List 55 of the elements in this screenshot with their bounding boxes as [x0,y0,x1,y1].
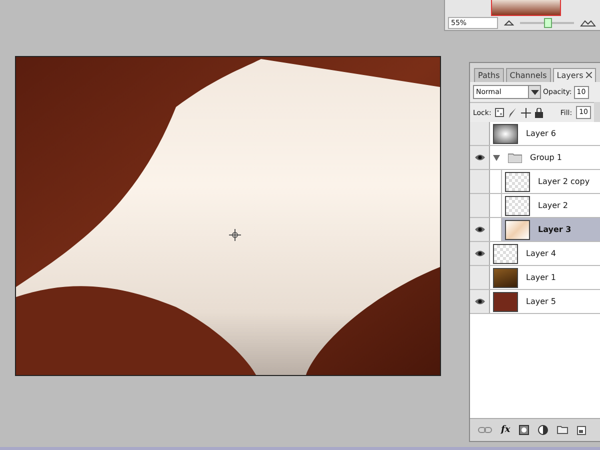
layer-style-button[interactable]: fx [501,425,510,435]
eye-icon [474,154,484,161]
lock-icon[interactable] [535,108,544,118]
layer-name: Layer 6 [526,129,556,138]
panel-tab[interactable]: Layers [552,68,596,82]
layer-row[interactable]: Layer 1 [470,266,600,290]
mask-icon[interactable] [519,425,530,435]
zoom-in-icon[interactable] [580,20,596,26]
eye-icon [474,250,484,257]
layer-thumbnail [493,124,518,144]
layer-name: Layer 3 [538,225,572,234]
layer-thumbnail [505,196,530,216]
layer-name: Layer 5 [526,297,556,306]
layer-row[interactable]: Layer 6 [470,122,600,146]
layer-row[interactable]: Layer 4 [470,242,600,266]
panel-tab[interactable]: Paths [474,68,504,82]
move-icon[interactable] [521,108,532,118]
visibility-toggle[interactable] [470,122,490,145]
visibility-toggle[interactable] [470,194,490,217]
folder-icon [508,152,522,162]
visibility-toggle[interactable] [470,242,490,265]
layer-thumbnail [505,220,530,240]
layer-name: Layer 2 [538,201,568,210]
chevron-down-icon [530,90,538,94]
layer-name: Group 1 [530,153,562,162]
layer-thumbnail [493,292,518,312]
layer-name: Layer 1 [526,273,556,282]
panel-tab[interactable]: Channels [506,68,551,82]
eye-icon [474,226,484,233]
layer-thumbnail [493,268,518,288]
folder-icon[interactable] [557,426,568,434]
layer-row[interactable]: Layer 2 [470,194,600,218]
checkerboard-icon[interactable] [495,108,504,117]
visibility-toggle[interactable] [470,146,490,169]
layer-thumbnail [493,244,518,264]
brush-icon[interactable] [508,108,518,118]
adjustment-icon[interactable] [538,425,548,435]
layer-thumbnail [505,172,530,192]
eye-icon [474,298,484,305]
layer-row[interactable]: Layer 2 copy [470,170,600,194]
visibility-toggle[interactable] [470,266,490,289]
layer-name: Layer 4 [526,249,556,258]
visibility-toggle[interactable] [470,170,490,193]
layer-row[interactable]: Group 1 [470,146,600,170]
layer-name: Layer 2 copy [538,177,590,186]
layer-row[interactable]: Layer 5 [470,290,600,314]
navigator-thumbnail [491,0,561,16]
new-layer-icon[interactable] [577,426,586,434]
slider-thumb[interactable] [544,18,552,28]
zoom-out-icon[interactable] [504,20,514,26]
visibility-toggle[interactable] [470,290,490,313]
close-icon[interactable] [586,72,592,78]
crosshair-icon [229,229,241,241]
expand-triangle-icon[interactable] [493,154,500,160]
visibility-toggle[interactable] [470,218,490,241]
